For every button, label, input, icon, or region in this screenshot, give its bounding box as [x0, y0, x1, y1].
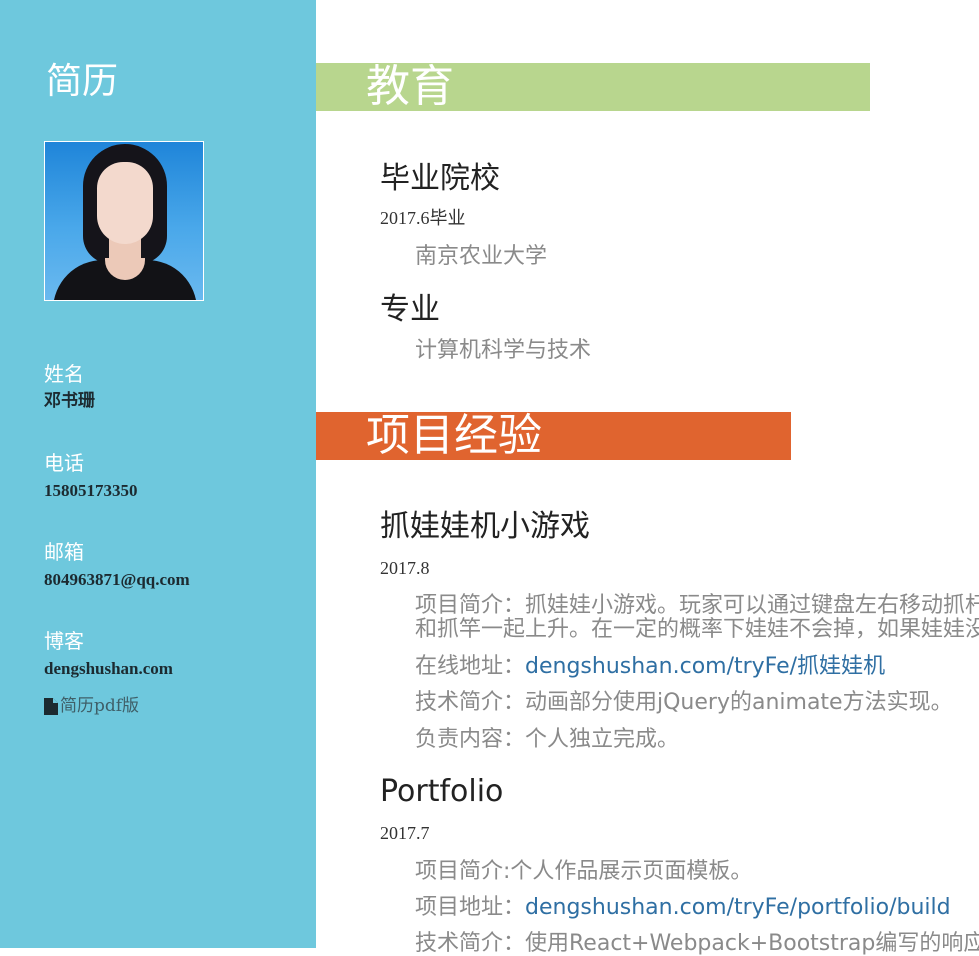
project-description: 项目简介:个人作品展示页面模板。 [415, 859, 753, 884]
project-description-line-2: 和抓竿一起上升。在一定的概率下娃娃不会掉，如果娃娃没 [415, 617, 979, 642]
blog-label: 博客 [44, 629, 84, 653]
online-address-link[interactable]: dengshushan.com/tryFe/抓娃娃机 [525, 654, 885, 679]
project-address: 项目地址：dengshushan.com/tryFe/portfolio/bui… [415, 896, 951, 920]
school-title: 毕业院校 [380, 161, 500, 196]
email-label: 邮箱 [44, 540, 84, 564]
project-tech-summary: 技术简介：使用React+Webpack+Bootstrap编写的响应 [415, 931, 979, 956]
name-label: 姓名 [44, 362, 84, 386]
major-title: 专业 [380, 292, 440, 327]
projects-section-header: 项目经验 [316, 410, 791, 461]
phone-label: 电话 [44, 451, 84, 475]
project-responsibility: 负责内容：个人独立完成。 [415, 727, 680, 752]
online-address-label: 在线地址： [415, 654, 526, 679]
school-name: 南京农业大学 [415, 244, 548, 269]
school-date: 2017.6毕业 [380, 208, 466, 228]
project-description-line-1: 项目简介：抓娃娃小游戏。玩家可以通过键盘左右移动抓杆 [415, 593, 979, 618]
name-value: 邓书珊 [44, 391, 95, 410]
project-address-label: 项目地址： [415, 895, 526, 920]
project-online-address: 在线地址：dengshushan.com/tryFe/抓娃娃机 [415, 655, 885, 679]
project-tech-summary: 技术简介：动画部分使用jQuery的animate方法实现。 [415, 690, 953, 715]
file-icon [44, 697, 58, 715]
project-title: 抓娃娃机小游戏 [380, 509, 590, 544]
project-address-link[interactable]: dengshushan.com/tryFe/portfolio/build [525, 895, 951, 920]
sidebar-title: 简历 [46, 61, 119, 102]
project-date: 2017.8 [380, 558, 430, 578]
projects-heading: 项目经验 [366, 410, 542, 461]
education-section-header: 教育 [316, 61, 870, 112]
blog-value[interactable]: dengshushan.com [44, 658, 173, 680]
resume-pdf-label: 简历pdf版 [60, 696, 140, 716]
project-date: 2017.7 [380, 823, 430, 843]
project-title: Portfolio [380, 774, 504, 809]
resume-pdf-link[interactable]: 简历pdf版 [44, 694, 139, 718]
education-heading: 教育 [366, 61, 454, 112]
email-value: 804963871@qq.com [44, 570, 190, 589]
sidebar: 简历 姓名 邓书珊 电话 15805173350 邮箱 804963871@qq… [0, 0, 316, 948]
profile-photo [44, 141, 204, 301]
phone-value: 15805173350 [44, 481, 138, 500]
major-name: 计算机科学与技术 [415, 338, 592, 363]
